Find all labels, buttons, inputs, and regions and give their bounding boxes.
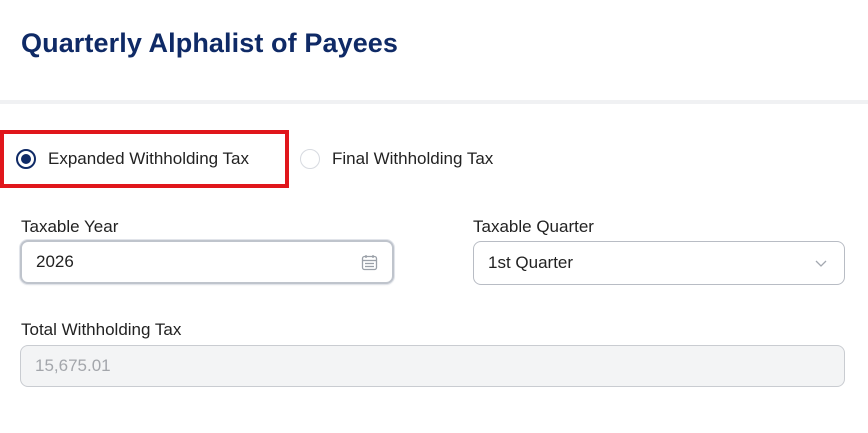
radio-selected-icon[interactable] [16, 149, 36, 169]
total-withholding-tax-label: Total Withholding Tax [21, 320, 182, 339]
page-title: Quarterly Alphalist of Payees [21, 28, 399, 58]
taxable-quarter-value: 1st Quarter [488, 253, 574, 272]
chevron-down-icon[interactable] [812, 254, 830, 272]
calendar-icon[interactable] [360, 253, 378, 271]
taxable-quarter-select[interactable]: 1st Quarter [473, 241, 845, 285]
alphalist-page: Quarterly Alphalist of Payees Expanded W… [0, 0, 868, 433]
radio-unselected-icon[interactable] [300, 149, 320, 169]
taxable-year-label: Taxable Year [21, 217, 119, 236]
radio-label-final: Final Withholding Tax [332, 149, 494, 168]
total-withholding-tax-input: 15,675.01 [20, 345, 845, 387]
tax-type-radio-group: Expanded Withholding Tax Final Withholdi… [0, 130, 600, 188]
taxable-year-value: 2026 [36, 252, 74, 271]
radio-expanded-withholding-tax[interactable]: Expanded Withholding Tax [0, 130, 289, 188]
radio-label-expanded: Expanded Withholding Tax [48, 149, 249, 168]
taxable-quarter-label: Taxable Quarter [473, 217, 594, 236]
radio-final-withholding-tax[interactable]: Final Withholding Tax [300, 130, 493, 188]
taxable-year-input[interactable]: 2026 [20, 240, 394, 284]
total-withholding-tax-value: 15,675.01 [35, 356, 111, 375]
header-divider [0, 100, 868, 104]
